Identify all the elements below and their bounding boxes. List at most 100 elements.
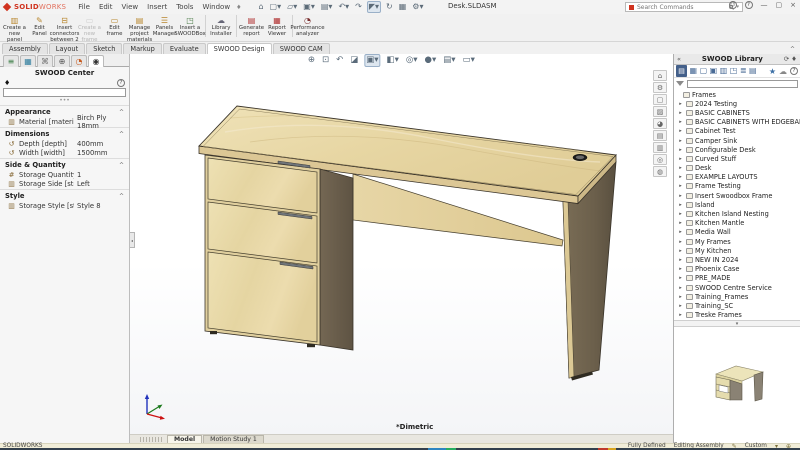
library-tree-item[interactable]: ▸ Curved Stuff: [674, 154, 800, 163]
library-tree-item[interactable]: ▸ NEW IN 2024: [674, 255, 800, 264]
quick-access-button[interactable]: ◤▾: [367, 1, 381, 13]
taskpane-collapse-icon[interactable]: ^: [790, 46, 795, 448]
view-tool-icon[interactable]: ◧▾: [386, 55, 400, 66]
library-tree-item[interactable]: ▸ PRE_MADE: [674, 274, 800, 283]
refresh-icon[interactable]: ⟳: [784, 55, 789, 63]
quick-access-button[interactable]: ▤▾: [320, 2, 334, 12]
search-box[interactable]: ▾: [625, 2, 743, 12]
menu-item[interactable]: Edit: [99, 3, 113, 11]
swood-tool-icon[interactable]: ⚙: [653, 82, 667, 93]
quick-access-button[interactable]: ⚙▾: [411, 2, 424, 12]
favorites-star-icon[interactable]: ★: [769, 67, 776, 76]
graphics-viewport[interactable]: ⊕⊡↶◪▣▾◧▾◎▾●▾▤▾▭▾ ⌂⚙▢▨◕▤▥◎◍ ◂ *Dimetric: [130, 54, 673, 434]
ribbon-button[interactable]: ☰ Panels Manager: [152, 15, 177, 37]
chevron-right-icon[interactable]: ▸: [677, 220, 684, 226]
chevron-right-icon[interactable]: ▸: [677, 239, 684, 245]
chevron-right-icon[interactable]: ▸: [677, 294, 684, 300]
manager-tab-icon[interactable]: ≡: [3, 55, 19, 67]
library-tree-item[interactable]: ▸ Kitchen Island Nesting: [674, 209, 800, 218]
manager-tab-icon[interactable]: ⊕: [54, 55, 70, 67]
tab-model[interactable]: Model: [167, 435, 202, 443]
library-tree-item[interactable]: ▸ Cabinet Test: [674, 127, 800, 136]
quick-access-button[interactable]: ↶▾: [337, 2, 350, 12]
manager-tab-icon[interactable]: ⌘: [37, 55, 53, 67]
library-category-icon[interactable]: ▢: [700, 65, 708, 77]
property-row[interactable]: ↺ Width [width] 1500mm: [0, 148, 129, 157]
swood-tool-icon[interactable]: ▨: [653, 106, 667, 117]
quick-access-button[interactable]: ▦: [398, 2, 408, 12]
library-tree-item[interactable]: ▸ Training_Frames: [674, 292, 800, 301]
library-tree-item[interactable]: ▸ 2024 Testing: [674, 99, 800, 108]
command-tab[interactable]: Assembly: [2, 43, 48, 54]
quick-access-button[interactable]: ↷: [354, 2, 363, 12]
chevron-right-icon[interactable]: ▸: [677, 312, 684, 318]
property-value[interactable]: 1: [77, 171, 127, 179]
library-tree-item[interactable]: ▸ My Frames: [674, 237, 800, 246]
chevron-right-icon[interactable]: ▸: [677, 174, 684, 180]
property-row[interactable]: # Storage Quantity [... 1: [0, 170, 129, 179]
ribbon-button[interactable]: ▦ Report Viewer: [264, 15, 293, 37]
chevron-right-icon[interactable]: ▸: [677, 193, 684, 199]
library-tree-item[interactable]: ▸ BASIC CABINETS: [674, 108, 800, 117]
library-tree-item[interactable]: ▸ BASIC CABINETS WITH EDGEBAND: [674, 118, 800, 127]
manager-tab-icon[interactable]: ◔: [71, 55, 87, 67]
manager-tab-icon[interactable]: ▦: [20, 55, 36, 67]
desk-3d-model[interactable]: [130, 54, 673, 434]
library-tree-item[interactable]: ▸ Frame Testing: [674, 182, 800, 191]
swood-tool-icon[interactable]: ▤: [653, 130, 667, 141]
ribbon-button[interactable]: ▤ Manage project materials: [127, 15, 152, 43]
view-tool-icon[interactable]: ▣▾: [364, 54, 380, 67]
menu-pin-icon[interactable]: ♦: [236, 4, 241, 11]
property-row[interactable]: ↺ Depth [depth] 400mm: [0, 139, 129, 148]
library-tree-item[interactable]: ▸ Desk: [674, 164, 800, 173]
chevron-right-icon[interactable]: ▸: [677, 128, 684, 134]
view-tool-icon[interactable]: ◪: [349, 55, 359, 66]
property-value[interactable]: 1500mm: [77, 149, 127, 157]
library-tree-item[interactable]: ▸ Media Wall: [674, 228, 800, 237]
selection-input[interactable]: [3, 88, 126, 97]
property-value[interactable]: Left: [77, 180, 127, 188]
library-category-icon[interactable]: ≣: [740, 65, 747, 77]
quick-access-button[interactable]: ⌂: [257, 2, 264, 12]
manager-tab-icon[interactable]: ◉: [88, 55, 104, 67]
menu-item[interactable]: Tools: [176, 3, 193, 11]
property-value[interactable]: Style 8: [77, 202, 127, 210]
library-tree-item[interactable]: ▸ Kitchen Mantle: [674, 219, 800, 228]
chevron-right-icon[interactable]: ▸: [677, 119, 684, 125]
quick-access-button[interactable]: ▢▾: [269, 2, 283, 12]
tab-motion-study[interactable]: Motion Study 1: [203, 435, 264, 443]
property-row[interactable]: ▥ Storage Side [stor... Left: [0, 179, 129, 188]
menu-item[interactable]: View: [122, 3, 139, 11]
property-row[interactable]: ▥ Storage Style [stor... Style 8: [0, 201, 129, 210]
chevron-right-icon[interactable]: ▸: [677, 156, 684, 162]
chevron-right-icon[interactable]: ▸: [677, 257, 684, 263]
quick-access-button[interactable]: ▣▾: [302, 2, 316, 12]
ribbon-button[interactable]: ◳ Insert a SWOODBox: [177, 15, 206, 37]
quick-access-button[interactable]: ▱▾: [286, 2, 298, 12]
library-tree-item[interactable]: ▸ Island: [674, 200, 800, 209]
library-category-icon[interactable]: ▥: [720, 65, 728, 77]
property-value[interactable]: 400mm: [77, 140, 127, 148]
user-account-icon[interactable]: ☺: [729, 1, 737, 9]
property-value[interactable]: Birch Ply 18mm: [77, 114, 127, 130]
chevron-right-icon[interactable]: ▸: [677, 303, 684, 309]
view-tool-icon[interactable]: ◎▾: [405, 55, 419, 66]
library-tree-item[interactable]: ▸ Insert Swoodbox Frame: [674, 191, 800, 200]
swood-tool-icon[interactable]: ◎: [653, 154, 667, 165]
command-tab[interactable]: SWOOD Design: [207, 43, 272, 54]
swood-tool-icon[interactable]: ◕: [653, 118, 667, 129]
library-tree-item[interactable]: ▸ Camper Sink: [674, 136, 800, 145]
swood-tool-icon[interactable]: ▢: [653, 94, 667, 105]
library-tree-item[interactable]: ▸ Configurable Desk: [674, 145, 800, 154]
chevron-right-icon[interactable]: ▸: [677, 183, 684, 189]
swood-tool-icon[interactable]: ⌂: [653, 70, 667, 81]
help-icon[interactable]: ?: [745, 1, 753, 9]
menu-item[interactable]: Insert: [147, 3, 167, 11]
swood-tool-icon[interactable]: ◍: [653, 166, 667, 177]
minimize-button[interactable]: —: [761, 1, 768, 9]
chevron-right-icon[interactable]: ▸: [677, 248, 684, 254]
keep-visible-pin-icon[interactable]: ♦: [4, 79, 10, 87]
library-category-icon[interactable]: ▦: [690, 65, 698, 77]
panel-splitter[interactable]: •••: [0, 99, 129, 104]
command-tab[interactable]: Layout: [49, 43, 85, 54]
